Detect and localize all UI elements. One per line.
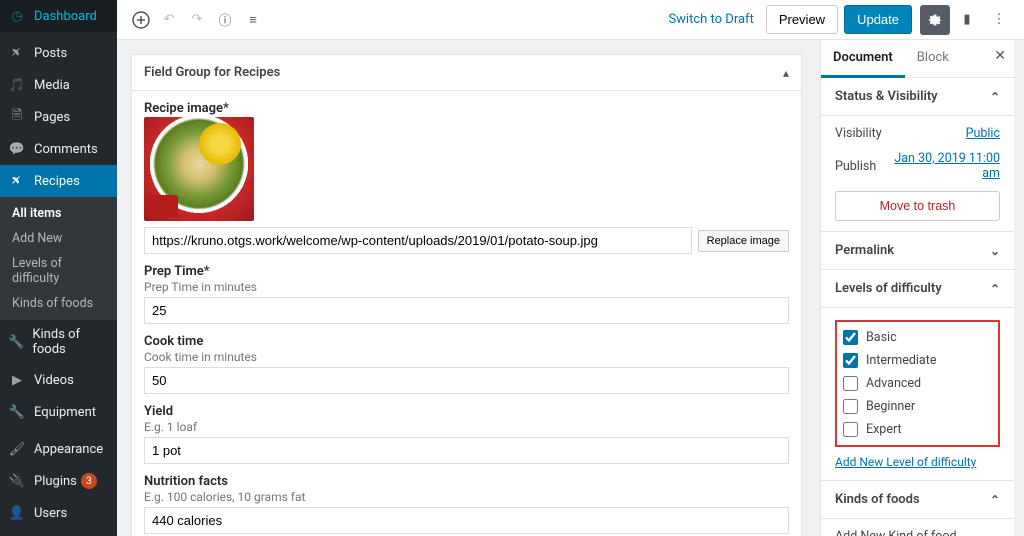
settings-toggle-button[interactable]	[920, 5, 950, 35]
pin-icon	[8, 172, 26, 190]
sidebar-item-tools[interactable]: 🔧Tools	[0, 529, 117, 536]
nutrition-input[interactable]	[144, 507, 789, 534]
sidebar-item-pages[interactable]: 🗎Pages	[0, 101, 117, 133]
prep-time-input[interactable]	[144, 297, 789, 324]
field-nutrition: Nutrition facts E.g. 100 calories, 10 gr…	[144, 474, 789, 534]
submenu-add-new[interactable]: Add New	[0, 226, 117, 251]
difficulty-basic[interactable]: Basic	[843, 326, 992, 349]
sidebar-item-videos[interactable]: ▶Videos	[0, 364, 117, 396]
sidebar-item-kinds-foods[interactable]: 🔧Kinds of foods	[0, 320, 117, 364]
section-difficulty-body: Basic Intermediate Advanced Beginner Exp…	[821, 308, 1014, 481]
sidebar-item-users[interactable]: 👤Users	[0, 497, 117, 529]
add-difficulty-link[interactable]: Add New Level of difficulty	[835, 455, 976, 469]
difficulty-expert[interactable]: Expert	[843, 418, 992, 441]
tab-block[interactable]: Block	[905, 40, 961, 77]
redo-button[interactable]: ↷	[183, 6, 211, 34]
chevron-up-icon: ⌃	[990, 282, 1000, 296]
section-permalink[interactable]: Permalink⌄	[821, 232, 1014, 270]
brush-icon: 🖌	[8, 440, 26, 458]
recipe-image-url-input[interactable]	[144, 227, 692, 254]
section-difficulty[interactable]: Levels of difficulty⌃	[821, 270, 1014, 308]
play-icon: ▶	[8, 371, 26, 389]
difficulty-intermediate[interactable]: Intermediate	[843, 349, 992, 372]
field-cook-time: Cook time Cook time in minutes	[144, 334, 789, 394]
wrench-icon: 🔧	[8, 333, 24, 351]
close-sidebar-button[interactable]: ✕	[994, 48, 1006, 64]
publish-date-link[interactable]: Jan 30, 2019 11:00 am	[876, 151, 1000, 181]
user-icon: 👤	[8, 504, 26, 522]
panel-header: Field Group for Recipes ▴	[131, 54, 802, 90]
sidebar-item-recipes[interactable]: Recipes	[0, 165, 117, 197]
sidebar-tabs: Document Block ✕	[821, 40, 1014, 78]
difficulty-beginner[interactable]: Beginner	[843, 395, 992, 418]
section-kinds-body: Add New Kind of food Soup✕	[821, 519, 1014, 536]
media-icon: 🎵	[8, 76, 26, 94]
submenu-levels[interactable]: Levels of difficulty	[0, 251, 117, 291]
update-button[interactable]: Update	[844, 5, 912, 34]
section-status-body: VisibilityPublic PublishJan 30, 2019 11:…	[821, 116, 1014, 232]
difficulty-advanced[interactable]: Advanced	[843, 372, 992, 395]
outline-button[interactable]: ≡	[239, 6, 267, 34]
chevron-down-icon: ⌄	[990, 244, 1000, 258]
info-button[interactable]: ⓘ	[211, 6, 239, 34]
section-kinds[interactable]: Kinds of foods⌃	[821, 481, 1014, 519]
comment-icon: 💬	[8, 140, 26, 158]
visibility-link[interactable]: Public	[966, 126, 1000, 141]
pin-icon	[8, 44, 26, 62]
dashboard-icon: ◷	[8, 7, 26, 25]
collapse-panel-icon[interactable]: ▴	[783, 66, 789, 80]
add-block-button[interactable]	[127, 6, 155, 34]
preview-button[interactable]: Preview	[766, 5, 838, 34]
panel-body: Recipe image* Replace image Prep Time* P…	[131, 90, 802, 536]
field-yield: Yield E.g. 1 loaf	[144, 404, 789, 464]
sidebar-item-comments[interactable]: 💬Comments	[0, 133, 117, 165]
recipes-submenu: All items Add New Levels of difficulty K…	[0, 197, 117, 320]
toolset-button[interactable]: ▮	[952, 5, 982, 35]
section-status[interactable]: Status & Visibility⌃	[821, 78, 1014, 116]
undo-button[interactable]: ↶	[155, 6, 183, 34]
field-recipe-image: Recipe image* Replace image	[144, 101, 789, 254]
plug-icon: 🔌	[8, 472, 26, 490]
chevron-up-icon: ⌃	[990, 493, 1000, 507]
chevron-up-icon: ⌃	[990, 90, 1000, 104]
replace-image-button[interactable]: Replace image	[698, 230, 789, 252]
cook-time-input[interactable]	[144, 367, 789, 394]
main-content: Field Group for Recipes ▴ Recipe image* …	[117, 40, 820, 536]
tab-document[interactable]: Document	[821, 40, 905, 78]
sidebar-item-posts[interactable]: Posts	[0, 37, 117, 69]
settings-sidebar: Document Block ✕ Status & Visibility⌃ Vi…	[820, 40, 1014, 536]
plugin-badge: 3	[81, 473, 97, 489]
panel-title: Field Group for Recipes	[144, 65, 280, 80]
recipe-image-preview[interactable]	[144, 117, 254, 221]
page-icon: 🗎	[8, 108, 26, 126]
wrench-icon: 🔧	[8, 403, 26, 421]
difficulty-highlight: Basic Intermediate Advanced Beginner Exp…	[835, 320, 1000, 447]
sidebar-item-dashboard[interactable]: ◷Dashboard	[0, 0, 117, 32]
sidebar-item-equipment[interactable]: 🔧Equipment	[0, 396, 117, 428]
sidebar-item-plugins[interactable]: 🔌Plugins3	[0, 465, 117, 497]
move-to-trash-button[interactable]: Move to trash	[835, 191, 1000, 221]
sidebar-item-media[interactable]: 🎵Media	[0, 69, 117, 101]
submenu-all-items[interactable]: All items	[0, 201, 117, 226]
admin-sidebar: ◷Dashboard Posts 🎵Media 🗎Pages 💬Comments…	[0, 0, 117, 536]
editor-topbar: ↶ ↷ ⓘ ≡ Switch to Draft Preview Update ▮…	[117, 0, 1024, 40]
field-prep-time: Prep Time* Prep Time in minutes	[144, 264, 789, 324]
sidebar-item-appearance[interactable]: 🖌Appearance	[0, 433, 117, 465]
submenu-kinds[interactable]: Kinds of foods	[0, 291, 117, 316]
yield-input[interactable]	[144, 437, 789, 464]
more-button[interactable]: ⋮	[984, 5, 1014, 35]
switch-to-draft-link[interactable]: Switch to Draft	[668, 12, 753, 27]
